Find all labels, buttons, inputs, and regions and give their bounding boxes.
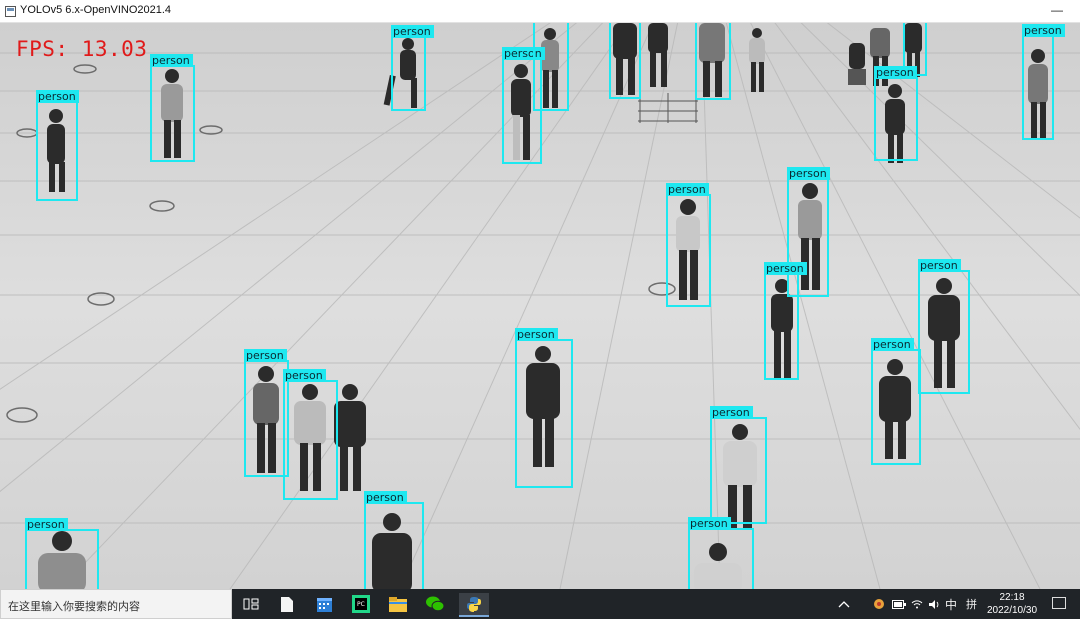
detection-label: person [150,54,193,67]
calendar-icon[interactable] [313,593,335,615]
detection-label: person [710,406,753,419]
ime-layout-indicator[interactable]: 拼 [966,589,977,619]
wechat-icon[interactable] [424,593,446,615]
file-icon[interactable] [276,593,298,615]
detection-label: person [1022,24,1065,37]
detection-box: person [1022,24,1065,140]
detection-label: person [283,369,326,382]
fps-counter: FPS: 13.03 [16,37,148,61]
window-title: YOLOv5 6.x-OpenVINO2021.4 [20,4,172,16]
detection-label: person [25,518,68,531]
notification-center-icon[interactable] [1052,597,1066,609]
detection-box: person [871,338,921,465]
detection-box: person [710,406,767,524]
video-frame: FPS: 13.03 person person person person p… [0,23,1080,589]
search-box[interactable]: 在这里输入你要搜索的内容 [0,589,232,619]
ime-language-indicator[interactable]: 中 [945,589,957,619]
clock-date: 2022/10/30 [986,605,1038,616]
detection-box: person [918,259,970,394]
detection-box: person [364,491,424,589]
pycharm-icon[interactable]: PC [350,593,372,615]
detection-label: person [787,167,830,180]
battery-icon[interactable] [892,589,906,619]
detection-box: person [25,518,99,589]
detection-box: person [874,66,918,161]
detection-box: person [515,328,573,488]
volume-icon[interactable] [928,589,941,619]
detection-box: person [764,262,807,380]
clock-time: 22:18 [999,592,1025,603]
detection-label: person [515,328,558,341]
detection-label: person [391,25,434,38]
detection-label: person [364,491,407,504]
detection-box [533,23,569,111]
detection-label: person [36,90,79,103]
task-view-icon[interactable] [240,593,262,615]
window-title-bar[interactable]: YOLOv5 6.x-OpenVINO2021.4 — [0,0,1080,23]
tray-app-icon[interactable] [873,589,885,619]
system-clock[interactable]: 22:18 2022/10/30 [982,591,1042,617]
windows-taskbar: 在这里输入你要搜索的内容 PC 中 拼 22:18 2022/10/30 [0,589,1080,619]
detection-box: person [666,183,711,307]
svg-text:PC: PC [357,601,365,608]
search-placeholder: 在这里输入你要搜索的内容 [8,601,140,613]
detection-label: person [764,262,807,275]
detection-label: person [918,259,961,272]
detection-label: person [666,183,709,196]
file-explorer-icon[interactable] [387,593,409,615]
detection-box [609,23,641,99]
detection-box: person [283,369,338,500]
detection-label: person [244,349,287,362]
detection-label: person [871,338,914,351]
detection-label: person [688,517,731,530]
detection-box: person [36,90,79,201]
detection-box [695,23,731,100]
minimize-button[interactable]: — [1034,0,1080,22]
detection-box: person [150,54,195,162]
detection-box: person [391,25,434,111]
app-icon [5,6,16,17]
network-icon[interactable] [911,589,923,619]
show-hidden-icons-chevron-icon[interactable] [838,589,850,619]
detection-box: person [688,517,754,589]
detection-label: person [874,66,917,79]
python-icon[interactable] [459,593,489,617]
